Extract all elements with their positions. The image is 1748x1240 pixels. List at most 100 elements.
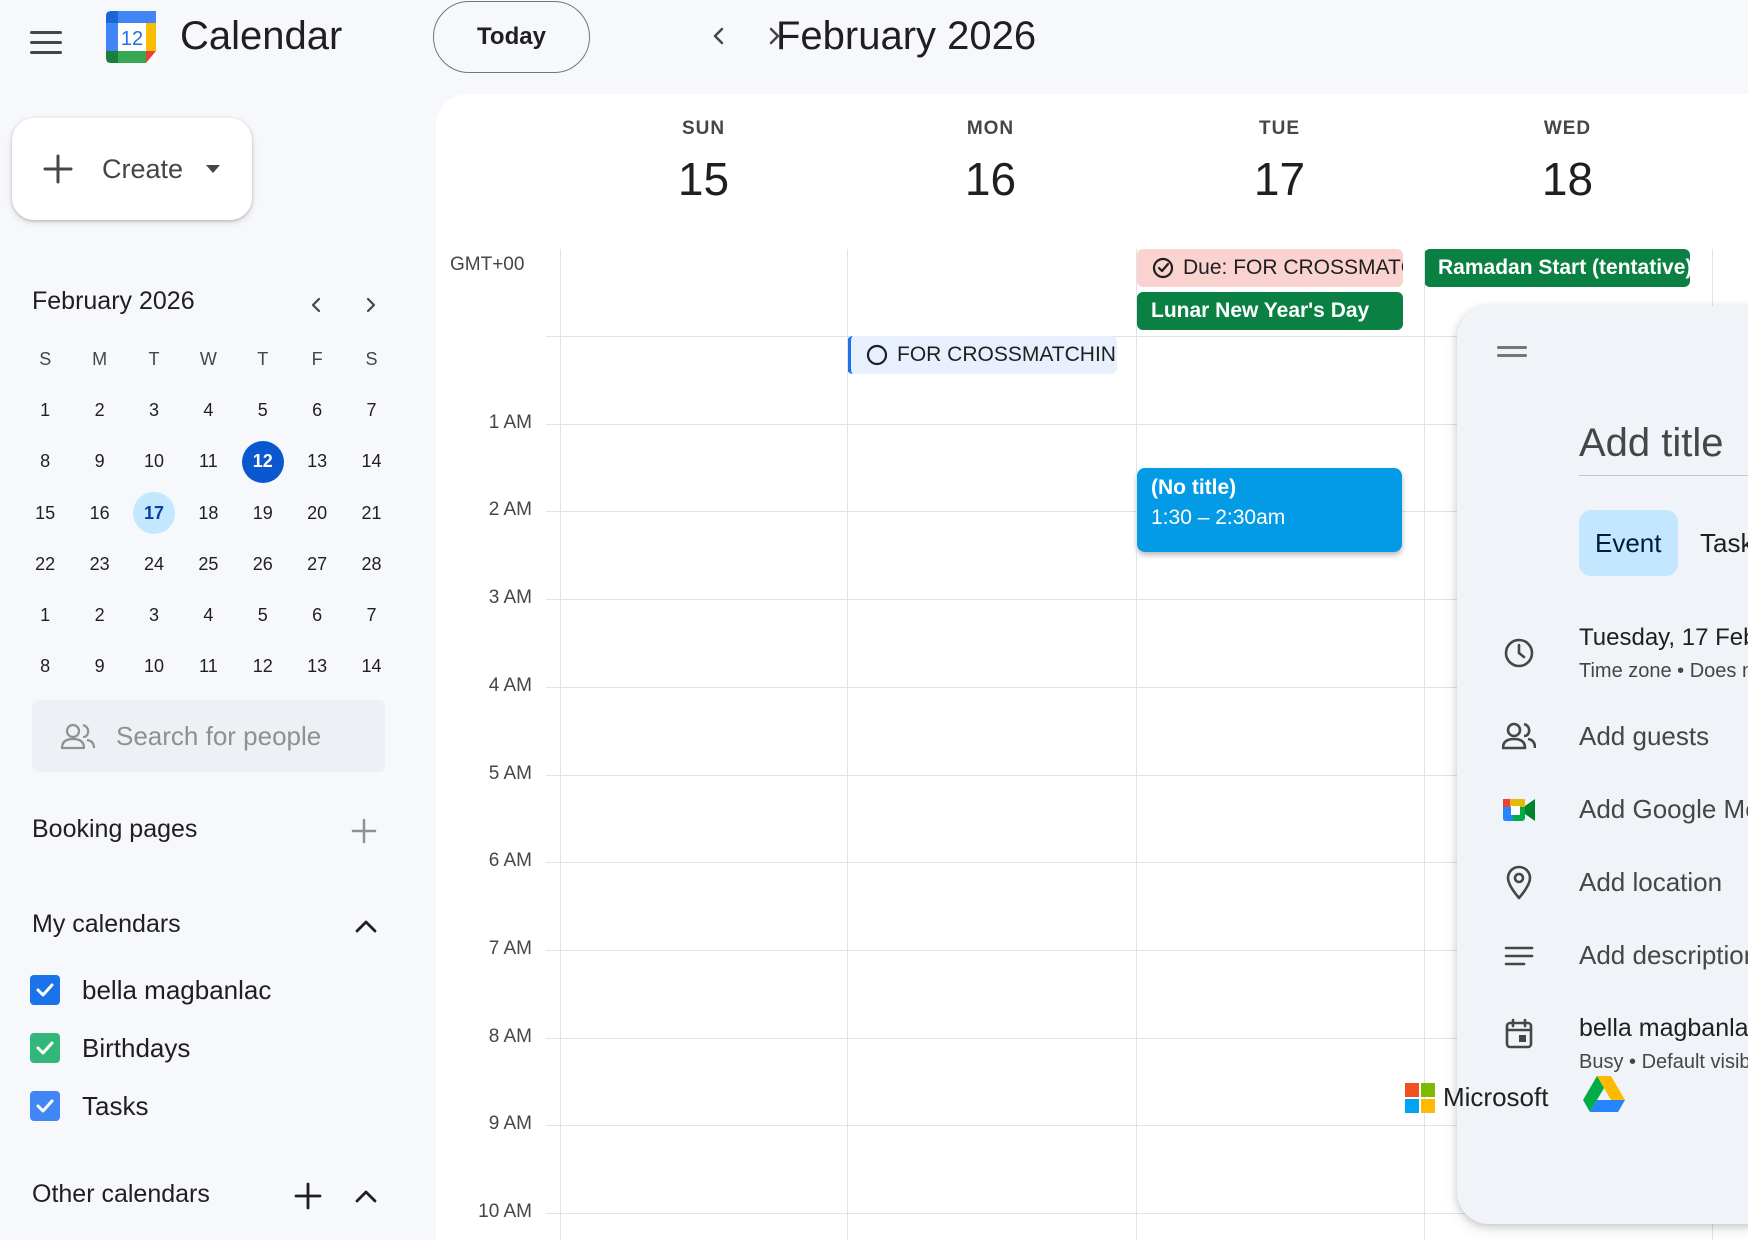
calendar-checkbox[interactable] — [30, 1033, 60, 1063]
event-date-text[interactable]: Tuesday, 17 February — [1579, 624, 1748, 652]
day-header[interactable]: SUN 15 — [560, 94, 847, 206]
search-people-box[interactable] — [32, 700, 385, 772]
mini-calendar-day[interactable]: 10 — [127, 436, 181, 487]
mini-calendar-day[interactable]: 17 — [127, 488, 181, 539]
mini-calendar-day[interactable]: 11 — [181, 641, 235, 692]
mini-calendar-day[interactable]: 4 — [181, 590, 235, 641]
mini-calendar-day[interactable]: 12 — [236, 436, 290, 487]
ramadan-chip[interactable]: Ramadan Start (tentative) — [1424, 249, 1690, 287]
event-title-input[interactable] — [1579, 412, 1748, 476]
day-name-label: MON — [966, 118, 1015, 139]
calendar-item[interactable]: Tasks — [30, 1086, 148, 1126]
mini-calendar-day[interactable]: 24 — [127, 539, 181, 590]
add-google-meet-link[interactable]: Add Google Meet video conferencing — [1579, 794, 1748, 825]
mini-calendar-day[interactable]: 15 — [18, 488, 72, 539]
mini-calendar-day[interactable]: 5 — [236, 385, 290, 436]
drag-handle-icon[interactable] — [1497, 346, 1527, 357]
my-calendars-heading[interactable]: My calendars — [32, 910, 181, 939]
tab-task[interactable]: Task — [1700, 510, 1748, 576]
other-calendars-heading[interactable]: Other calendars — [32, 1180, 210, 1209]
mini-calendar-day[interactable]: 8 — [18, 641, 72, 692]
mini-calendar-day[interactable]: 21 — [344, 488, 398, 539]
no-title-event[interactable]: (No title) 1:30 – 2:30am — [1137, 468, 1402, 552]
mini-calendar-day[interactable]: 1 — [18, 385, 72, 436]
mini-calendar-day[interactable]: 22 — [18, 539, 72, 590]
mini-calendar-day[interactable]: 11 — [181, 436, 235, 487]
mini-weekday-header: M — [92, 349, 108, 370]
add-location-link[interactable]: Add location — [1579, 867, 1722, 898]
mini-calendar-next-button[interactable] — [352, 287, 388, 323]
day-number[interactable]: 18 — [1424, 152, 1711, 206]
create-button[interactable]: Create — [12, 118, 252, 220]
monday-task-chip[interactable]: FOR CROSSMATCHING — [847, 336, 1117, 374]
lunar-new-year-chip[interactable]: Lunar New Year's Day — [1137, 292, 1403, 330]
mini-calendar-day[interactable]: 13 — [290, 436, 344, 487]
mini-calendar-day[interactable]: 18 — [181, 488, 235, 539]
add-guests-link[interactable]: Add guests — [1579, 721, 1709, 752]
add-description-link[interactable]: Add description — [1579, 940, 1748, 971]
day-number[interactable]: 15 — [560, 152, 847, 206]
calendar-item[interactable]: Birthdays — [30, 1028, 190, 1068]
previous-week-button[interactable] — [699, 16, 739, 56]
menu-icon-bar — [30, 40, 62, 44]
mini-calendar-day[interactable]: 5 — [236, 590, 290, 641]
mini-calendar-day[interactable]: 19 — [236, 488, 290, 539]
collapse-my-calendars-button[interactable] — [346, 906, 386, 946]
mini-calendar-day[interactable]: 3 — [127, 590, 181, 641]
due-task-chip[interactable]: Due: FOR CROSSMATCHING — [1137, 249, 1403, 287]
mini-day-number: 3 — [148, 605, 159, 626]
search-people-input[interactable] — [116, 720, 376, 752]
chevron-up-icon — [355, 1190, 377, 1203]
mini-calendar-day[interactable]: 10 — [127, 641, 181, 692]
mini-calendar-day[interactable]: 25 — [181, 539, 235, 590]
mini-calendar-day[interactable]: 4 — [181, 385, 235, 436]
day-number[interactable]: 17 — [1136, 152, 1423, 206]
timezone-repeat-text[interactable]: Time zone • Does not repeat — [1579, 660, 1748, 683]
event-calendar-name[interactable]: bella magbanlac — [1579, 1014, 1748, 1043]
mini-calendar-day[interactable]: 26 — [236, 539, 290, 590]
mini-calendar-day[interactable]: 13 — [290, 641, 344, 692]
add-booking-page-button[interactable] — [344, 811, 384, 851]
mini-calendar-day[interactable]: 2 — [72, 385, 126, 436]
collapse-other-calendars-button[interactable] — [346, 1176, 386, 1216]
mini-calendar-day[interactable]: 9 — [72, 436, 126, 487]
mini-day-number: 9 — [94, 656, 105, 677]
tab-event[interactable]: Event — [1579, 510, 1678, 576]
mini-calendar-day[interactable]: 20 — [290, 488, 344, 539]
mini-calendar-day[interactable]: 12 — [236, 641, 290, 692]
mini-calendar-prev-button[interactable] — [299, 287, 335, 323]
mini-calendar-day[interactable]: 14 — [344, 436, 398, 487]
day-header[interactable]: TUE 17 — [1136, 94, 1423, 206]
mini-day-number: 13 — [307, 656, 328, 677]
day-header[interactable]: MON 16 — [847, 94, 1134, 206]
mini-day-number: 27 — [307, 553, 328, 574]
mini-calendar-day[interactable]: 27 — [290, 539, 344, 590]
mini-calendar-day[interactable]: 3 — [127, 385, 181, 436]
calendar-checkbox[interactable] — [30, 1091, 60, 1121]
calendar-item[interactable]: bella magbanlac — [30, 970, 271, 1010]
today-button[interactable]: Today — [433, 1, 590, 73]
mini-calendar-day[interactable]: 23 — [72, 539, 126, 590]
menu-icon-bar — [30, 50, 62, 54]
mini-calendar-day[interactable]: 7 — [344, 385, 398, 436]
mini-calendar-day[interactable]: 16 — [72, 488, 126, 539]
mini-calendar-day[interactable]: 9 — [72, 641, 126, 692]
add-other-calendar-button[interactable] — [288, 1176, 328, 1216]
day-number[interactable]: 16 — [847, 152, 1134, 206]
mini-calendar-day[interactable]: 8 — [18, 436, 72, 487]
mini-calendar-day[interactable]: 28 — [344, 539, 398, 590]
mini-calendar-day[interactable]: 2 — [72, 590, 126, 641]
mini-calendar-day[interactable]: 1 — [18, 590, 72, 641]
dropdown-arrow-icon[interactable] — [205, 164, 221, 174]
main-menu-button[interactable] — [24, 20, 68, 64]
mini-weekday-header: S — [39, 349, 52, 370]
mini-day-number: 5 — [257, 605, 268, 626]
calendar-checkbox[interactable] — [30, 975, 60, 1005]
mini-day-number: 2 — [94, 400, 105, 421]
mini-calendar-day[interactable]: 6 — [290, 385, 344, 436]
mini-calendar-day[interactable]: 6 — [290, 590, 344, 641]
mini-calendar-day[interactable]: 7 — [344, 590, 398, 641]
day-header[interactable]: WED 18 — [1424, 94, 1711, 206]
event-visibility-text[interactable]: Busy • Default visibility — [1579, 1051, 1748, 1074]
mini-calendar-day[interactable]: 14 — [344, 641, 398, 692]
